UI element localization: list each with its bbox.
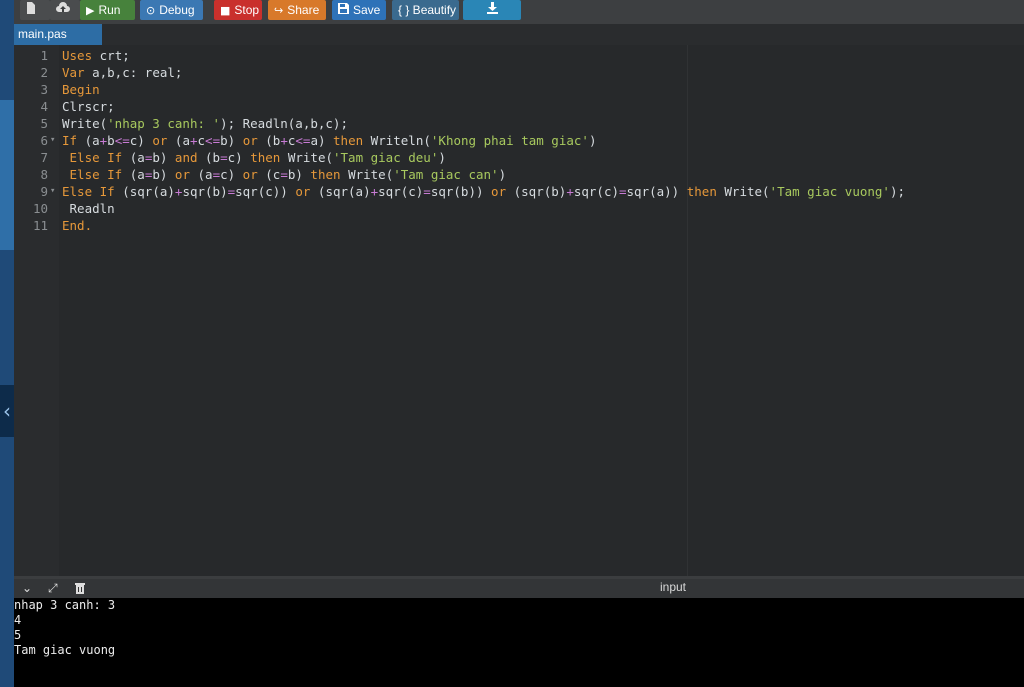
- line-number: 1: [40, 48, 48, 63]
- file-icon: [26, 1, 36, 21]
- console-line: 5: [14, 628, 22, 642]
- file-tab-bar: main.pas: [14, 24, 1024, 45]
- debug-button[interactable]: ⊙ Debug: [140, 0, 203, 20]
- fold-arrow-icon[interactable]: ▾: [50, 132, 55, 149]
- code-line[interactable]: 11 End.: [14, 217, 1024, 234]
- console-line: 4: [14, 613, 22, 627]
- line-number: 2: [40, 65, 48, 80]
- line-number: 6: [40, 133, 48, 148]
- fold-arrow-icon[interactable]: ▾: [50, 183, 55, 200]
- save-label: Save: [353, 3, 381, 17]
- sidebar-segment: [0, 0, 14, 100]
- code-line[interactable]: 2 Var a,b,c: real;: [14, 64, 1024, 81]
- code-line[interactable]: 3 Begin: [14, 81, 1024, 98]
- console-line: Tam giac vuong: [14, 643, 116, 657]
- output-panel-header: ⌄ ⤢ input: [14, 579, 1024, 598]
- debug-icon: ⊙: [146, 4, 156, 17]
- left-sidebar: ‹: [0, 0, 14, 687]
- line-number: 11: [32, 218, 48, 233]
- download-button[interactable]: [463, 0, 521, 20]
- code-line[interactable]: 9 ▾ Else If (sqr(a)+sqr(b)=sqr(c)) or (sqr…: [14, 183, 1024, 200]
- play-icon: ▶: [86, 4, 95, 17]
- output-panel-title: input: [659, 580, 687, 594]
- sidebar-segment: [0, 100, 14, 250]
- code-text: If (a+b<=c) or (a+c<=b) or (b+c<=a) then…: [62, 133, 597, 148]
- code-line[interactable]: 10 Readln: [14, 200, 1024, 217]
- line-number: 4: [40, 99, 48, 114]
- console-output[interactable]: nhap 3 canh: 3 4 5 Tam giac vuong: [14, 598, 1024, 687]
- code-text: Uses crt;: [62, 48, 130, 63]
- beautify-button[interactable]: { } Beautify: [392, 0, 459, 20]
- stop-label: Stop: [234, 3, 260, 17]
- run-button[interactable]: ▶ Run: [80, 0, 135, 20]
- run-label: Run: [98, 3, 121, 17]
- file-tab-main[interactable]: main.pas: [14, 24, 102, 45]
- new-file-button[interactable]: [20, 0, 50, 20]
- line-number: 9: [40, 184, 48, 199]
- code-text: Clrscr;: [62, 99, 115, 114]
- debug-label: Debug: [159, 3, 195, 17]
- code-line[interactable]: 1 Uses crt;: [14, 47, 1024, 64]
- line-number: 8: [40, 167, 48, 182]
- download-icon: [486, 1, 498, 21]
- code-line[interactable]: 4 Clrscr;: [14, 98, 1024, 115]
- code-text: Begin: [62, 82, 100, 97]
- beautify-label: { } Beautify: [398, 3, 457, 17]
- code-text: Write('nhap 3 canh: '); Readln(a,b,c);: [62, 116, 348, 131]
- code-line[interactable]: 6 ▾ If (a+b<=c) or (a+c<=b) or (b+c<=a) th…: [14, 132, 1024, 149]
- save-button[interactable]: Save: [332, 0, 386, 20]
- code-line[interactable]: 5 Write('nhap 3 canh: '); Readln(a,b,c);: [14, 115, 1024, 132]
- stop-button[interactable]: ■ Stop: [214, 0, 262, 20]
- console-line: nhap 3 canh: 3: [14, 598, 116, 612]
- cloud-upload-icon: [56, 1, 70, 21]
- code-line[interactable]: 8 Else If (a=b) or (a=c) or (c=b) then W…: [14, 166, 1024, 183]
- toolbar: ▶ Run ⊙ Debug ■ Stop ↪ Share Save { } Beauti…: [14, 0, 1024, 24]
- line-number: 3: [40, 82, 48, 97]
- stop-icon: ■: [220, 4, 231, 17]
- code-text: Else If (sqr(a)+sqr(b)=sqr(c)) or (sqr(a…: [62, 184, 906, 199]
- code-text: Else If (a=b) or (a=c) or (c=b) then Wri…: [69, 167, 507, 182]
- share-icon: ↪: [274, 4, 284, 17]
- code-editor[interactable]: 1 Uses crt; 2 Var a,b,c: real; 3 Begin 4 Clrscr…: [14, 45, 1024, 576]
- code-text: Readln: [62, 201, 115, 216]
- code-text: Else If (a=b) and (b=c) then Write('Tam …: [69, 150, 446, 165]
- share-label: Share: [287, 3, 320, 17]
- share-button[interactable]: ↪ Share: [268, 0, 326, 20]
- code-line[interactable]: 7 Else If (a=b) and (b=c) then Write('Ta…: [14, 149, 1024, 166]
- line-number: 5: [40, 116, 48, 131]
- upload-button[interactable]: [50, 0, 80, 20]
- code-text: End.: [62, 218, 93, 233]
- code-text: Var a,b,c: real;: [62, 65, 183, 80]
- collapse-sidebar-chevron-icon[interactable]: ‹: [0, 385, 14, 437]
- line-number: 7: [40, 150, 48, 165]
- line-number: 10: [32, 201, 48, 216]
- save-icon: [338, 1, 349, 21]
